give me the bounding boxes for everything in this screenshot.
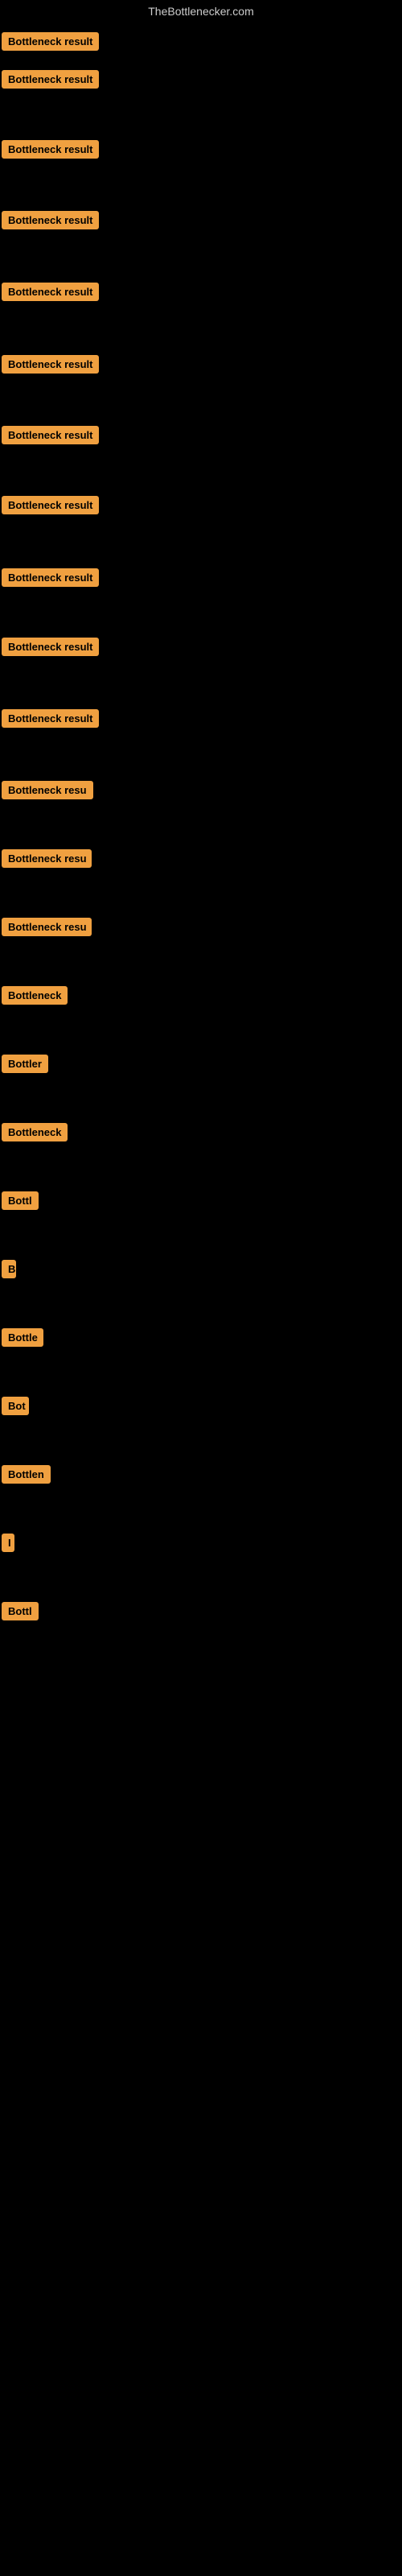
bottleneck-item: Bottleneck resu bbox=[2, 918, 92, 940]
bottleneck-item: Bottleneck result bbox=[2, 211, 99, 233]
bottleneck-badge: Bottleneck bbox=[2, 1123, 68, 1141]
bottleneck-item: Bottleneck result bbox=[2, 283, 99, 305]
bottleneck-badge: Bottleneck result bbox=[2, 355, 99, 374]
bottleneck-badge: Bottleneck result bbox=[2, 638, 99, 656]
bottleneck-item: Bottleneck result bbox=[2, 140, 99, 163]
bottleneck-item: Bottleneck result bbox=[2, 709, 99, 732]
bottleneck-item: Bottleneck result bbox=[2, 426, 99, 448]
bottleneck-item: Bottleneck result bbox=[2, 496, 99, 518]
bottleneck-item: Bottler bbox=[2, 1055, 48, 1077]
bottleneck-item: Bottl bbox=[2, 1191, 39, 1214]
bottleneck-badge: Bottleneck result bbox=[2, 568, 99, 587]
bottleneck-badge: Bottleneck result bbox=[2, 211, 99, 229]
bottleneck-badge: I bbox=[2, 1534, 14, 1552]
bottleneck-item: Bottleneck bbox=[2, 986, 68, 1009]
bottleneck-badge: Bottleneck result bbox=[2, 496, 99, 514]
bottleneck-item: Bottleneck result bbox=[2, 638, 99, 660]
bottleneck-badge: Bottl bbox=[2, 1602, 39, 1620]
bottleneck-item: Bottlen bbox=[2, 1465, 51, 1488]
bottleneck-item: B bbox=[2, 1260, 16, 1282]
bottleneck-item: Bottleneck result bbox=[2, 32, 99, 55]
site-title: TheBottlenecker.com bbox=[0, 0, 402, 26]
bottleneck-item: Bottleneck resu bbox=[2, 781, 93, 803]
bottleneck-item: Bottleneck bbox=[2, 1123, 68, 1146]
bottleneck-item: I bbox=[2, 1534, 14, 1556]
bottleneck-badge: Bottleneck result bbox=[2, 140, 99, 159]
bottleneck-item: Bottleneck result bbox=[2, 568, 99, 591]
bottleneck-item: Bottle bbox=[2, 1328, 43, 1351]
bottleneck-badge: Bottleneck resu bbox=[2, 781, 93, 799]
bottleneck-badge: Bottleneck result bbox=[2, 70, 99, 89]
bottleneck-badge: Bottleneck result bbox=[2, 709, 99, 728]
bottleneck-badge: Bottlen bbox=[2, 1465, 51, 1484]
bottleneck-badge: Bottler bbox=[2, 1055, 48, 1073]
bottleneck-item: Bottl bbox=[2, 1602, 39, 1624]
bottleneck-badge: B bbox=[2, 1260, 16, 1278]
bottleneck-badge: Bottleneck bbox=[2, 986, 68, 1005]
bottleneck-badge: Bottleneck result bbox=[2, 32, 99, 51]
bottleneck-badge: Bottleneck resu bbox=[2, 849, 92, 868]
bottleneck-badge: Bottleneck resu bbox=[2, 918, 92, 936]
bottleneck-item: Bottleneck resu bbox=[2, 849, 92, 872]
bottleneck-badge: Bot bbox=[2, 1397, 29, 1415]
bottleneck-badge: Bottle bbox=[2, 1328, 43, 1347]
bottleneck-item: Bot bbox=[2, 1397, 29, 1419]
bottleneck-badge: Bottleneck result bbox=[2, 283, 99, 301]
bottleneck-badge: Bottleneck result bbox=[2, 426, 99, 444]
bottleneck-item: Bottleneck result bbox=[2, 70, 99, 93]
bottleneck-item: Bottleneck result bbox=[2, 355, 99, 378]
bottleneck-badge: Bottl bbox=[2, 1191, 39, 1210]
page-container: TheBottlenecker.com Bottleneck result Bot… bbox=[0, 0, 402, 2576]
